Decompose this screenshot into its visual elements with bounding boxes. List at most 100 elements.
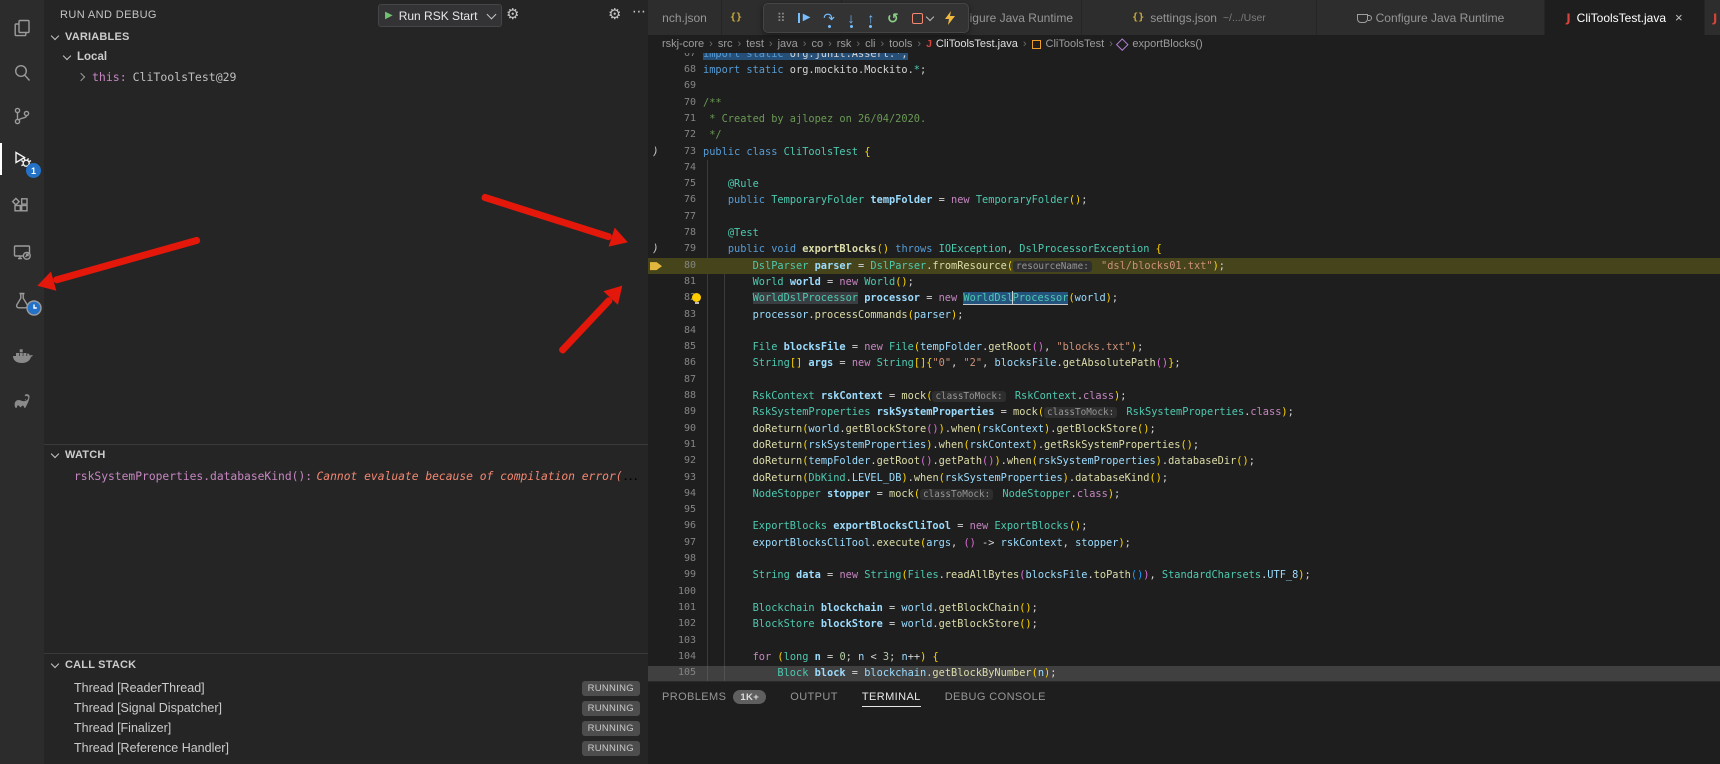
line-number[interactable]: 92 (662, 453, 696, 469)
code-line-72[interactable]: 72 */ (648, 127, 1720, 143)
code-line-71[interactable]: 71 * Created by ajlopez on 26/04/2020. (648, 111, 1720, 127)
launch-config-gear-icon[interactable]: ⚙ (506, 5, 519, 25)
breadcrumb-item[interactable]: src› (718, 38, 746, 50)
line-number[interactable]: 91 (662, 437, 696, 453)
docker-icon[interactable] (0, 336, 44, 376)
breadcrumb-item[interactable]: java› (778, 38, 812, 50)
panel-tab-debug-console[interactable]: DEBUG CONSOLE (945, 691, 1046, 706)
code-line-78[interactable]: 78 @Test (648, 225, 1720, 241)
line-number[interactable]: 98 (662, 551, 696, 567)
extensions-icon[interactable] (0, 186, 44, 226)
search-icon[interactable] (0, 53, 44, 93)
line-number[interactable]: 86 (662, 355, 696, 371)
lightbulb-icon[interactable] (692, 293, 701, 302)
line-number[interactable]: 79 (662, 241, 696, 257)
code-line-80[interactable]: 80 DslParser parser = DslParser.fromReso… (648, 258, 1720, 274)
code-line-94[interactable]: 94 NodeStopper stopper = mock(classToMoc… (648, 486, 1720, 502)
line-number[interactable]: 72 (662, 127, 696, 143)
code-line-105[interactable]: 105 Block block = blockchain.getBlockByN… (648, 665, 1720, 681)
code-line-104[interactable]: 104 for (long n = 0; n < 3; n++) { (648, 649, 1720, 665)
remote-explorer-icon[interactable] (0, 232, 44, 272)
drag-handle-icon[interactable]: ⠿ (777, 11, 786, 25)
code-line-84[interactable]: 84 (648, 323, 1720, 339)
step-out-icon[interactable]: ↑ (867, 11, 874, 25)
breadcrumb-item[interactable]: exportBlocks() (1118, 38, 1203, 50)
line-number[interactable]: 77 (662, 209, 696, 225)
code-line-95[interactable]: 95 (648, 502, 1720, 518)
code-line-68[interactable]: 68import static org.mockito.Mockito.*; (648, 62, 1720, 78)
line-number[interactable]: 97 (662, 535, 696, 551)
line-number[interactable]: 93 (662, 470, 696, 486)
line-number[interactable]: 76 (662, 192, 696, 208)
line-number[interactable]: 105 (662, 665, 696, 681)
line-number[interactable]: 87 (662, 372, 696, 388)
tab-partial-java[interactable]: J (1705, 0, 1720, 35)
line-number[interactable]: 83 (662, 307, 696, 323)
code-editor[interactable]: 67import static org.junit.Assert.*;68imp… (648, 53, 1720, 682)
call-stack-thread[interactable]: Thread [Signal Dispatcher]RUNNING (44, 698, 648, 718)
source-control-icon[interactable] (0, 96, 44, 136)
breadcrumb-item[interactable]: rsk› (837, 38, 865, 50)
code-line-81[interactable]: 81 World world = new World(); (648, 274, 1720, 290)
code-line-85[interactable]: 85 File blocksFile = new File(tempFolder… (648, 339, 1720, 355)
line-number[interactable]: 94 (662, 486, 696, 502)
line-number[interactable]: 68 (662, 62, 696, 78)
line-number[interactable]: 82 (662, 290, 696, 306)
line-number[interactable]: 71 (662, 111, 696, 127)
code-line-69[interactable]: 69 (648, 78, 1720, 94)
breadcrumb-item[interactable]: co› (811, 38, 836, 50)
code-line-89[interactable]: 89 RskSystemProperties rskSystemProperti… (648, 404, 1720, 420)
variables-scope-local[interactable]: Local (64, 48, 107, 66)
line-number[interactable]: 74 (662, 160, 696, 176)
restart-icon[interactable]: ↺ (887, 11, 899, 25)
line-number[interactable]: 102 (662, 616, 696, 632)
code-line-87[interactable]: 87 (648, 372, 1720, 388)
hot-code-replace-icon[interactable] (945, 11, 955, 25)
breadcrumb-item[interactable]: test› (746, 38, 777, 50)
debug-current-line-icon[interactable] (650, 261, 662, 271)
tab-clitoolstest-java[interactable]: JCliToolsTest.java× (1545, 0, 1705, 35)
line-number[interactable]: 100 (662, 584, 696, 600)
watch-expression[interactable]: rskSystemProperties.databaseKind(): Cann… (74, 467, 644, 485)
fold-icon[interactable]: ) (651, 241, 660, 258)
explorer-icon[interactable] (0, 8, 44, 48)
variables-section-header[interactable]: VARIABLES (44, 28, 648, 46)
section-divider[interactable] (44, 653, 648, 654)
code-line-96[interactable]: 96 ExportBlocks exportBlocksCliTool = ne… (648, 518, 1720, 534)
panel-tab-output[interactable]: OUTPUT (790, 691, 838, 706)
line-number[interactable]: 81 (662, 274, 696, 290)
tab-settings-json[interactable]: {}settings.json~/.../User (1082, 0, 1317, 35)
code-line-101[interactable]: 101 Blockchain blockchain = world.getBlo… (648, 600, 1720, 616)
line-number[interactable]: 84 (662, 323, 696, 339)
code-line-82[interactable]: 82 WorldDslProcessor processor = new Wor… (648, 290, 1720, 306)
line-number[interactable]: 89 (662, 404, 696, 420)
run-and-debug-icon[interactable]: 1 (0, 139, 44, 179)
code-line-100[interactable]: 100 (648, 584, 1720, 600)
line-number[interactable]: 99 (662, 567, 696, 583)
call-stack-thread[interactable]: Thread [Reference Handler]RUNNING (44, 738, 648, 758)
code-line-86[interactable]: 86 String[] args = new String[]{"0", "2"… (648, 355, 1720, 371)
line-number[interactable]: 95 (662, 502, 696, 518)
code-line-91[interactable]: 91 doReturn(rskSystemProperties).when(rs… (648, 437, 1720, 453)
tab-configure-java-runtime-2[interactable]: Configure Java Runtime (1317, 0, 1545, 35)
breadcrumb-item[interactable]: JCliToolsTest.java› (926, 38, 1031, 50)
step-over-icon[interactable]: ↷ (823, 11, 835, 25)
line-number[interactable]: 88 (662, 388, 696, 404)
panel-tab-terminal[interactable]: TERMINAL (862, 691, 921, 707)
line-number[interactable]: 73 (662, 144, 696, 160)
code-line-98[interactable]: 98 (648, 551, 1720, 567)
code-line-75[interactable]: 75 @Rule (648, 176, 1720, 192)
call-stack-thread[interactable]: Thread [ReaderThread]RUNNING (44, 678, 648, 698)
more-actions-icon[interactable]: ⋯ (632, 3, 647, 20)
code-line-77[interactable]: 77 (648, 209, 1720, 225)
code-line-97[interactable]: 97 exportBlocksCliTool.execute(args, () … (648, 535, 1720, 551)
line-number[interactable]: 101 (662, 600, 696, 616)
breadcrumb-item[interactable]: rskj-core› (662, 38, 718, 50)
code-line-79[interactable]: 79) public void exportBlocks() throws IO… (648, 241, 1720, 257)
close-icon[interactable]: × (1675, 10, 1683, 25)
call-stack-section-header[interactable]: CALL STACK (44, 656, 648, 674)
line-number[interactable]: 67 (662, 53, 696, 62)
breadcrumb-item[interactable]: tools› (889, 38, 926, 50)
line-number[interactable]: 70 (662, 95, 696, 111)
line-number[interactable]: 104 (662, 649, 696, 665)
